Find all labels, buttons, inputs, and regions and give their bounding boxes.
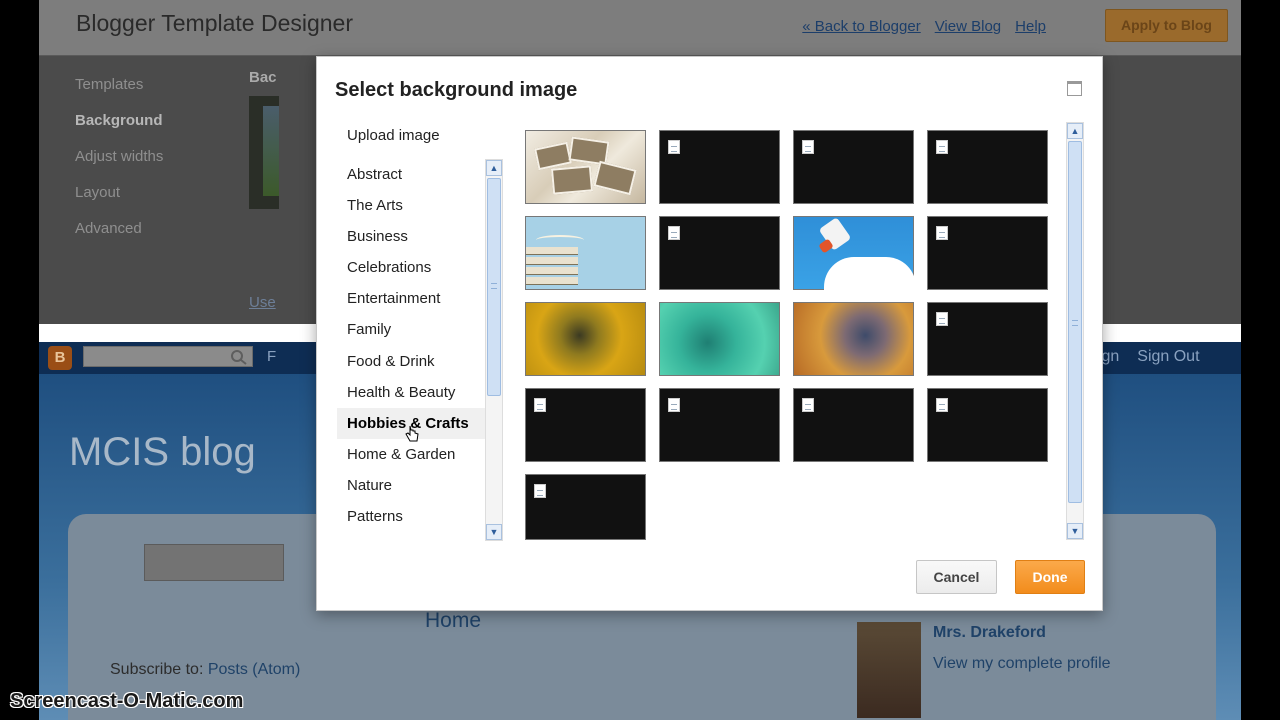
category-item-family[interactable]: Family <box>337 314 502 345</box>
category-item-business[interactable]: Business <box>337 221 502 252</box>
thumbnail-teal-texture[interactable] <box>659 302 780 376</box>
done-button[interactable]: Done <box>1015 560 1085 594</box>
top-links: « Back to Blogger View Blog Help <box>802 18 1046 35</box>
thumbnail-placeholder[interactable] <box>927 302 1048 376</box>
navbar-sign-out-link[interactable]: Sign Out <box>1137 348 1199 366</box>
thumbnail-glue[interactable] <box>793 216 916 291</box>
cancel-button[interactable]: Cancel <box>916 560 997 594</box>
category-item-entertainment[interactable]: Entertainment <box>337 283 502 314</box>
hand-cursor-icon <box>405 425 419 442</box>
navbar-search-input[interactable] <box>83 346 253 367</box>
scroll-down-icon[interactable]: ▼ <box>1067 523 1083 539</box>
avatar[interactable] <box>857 622 921 718</box>
scroll-up-icon[interactable]: ▲ <box>1067 123 1083 139</box>
use-link[interactable]: Use <box>249 294 276 311</box>
subscribe-line: Subscribe to: Posts (Atom) <box>110 661 300 679</box>
help-link[interactable]: Help <box>1015 18 1046 35</box>
screencast-watermark: Screencast-O-Matic.com <box>10 690 244 712</box>
app-window: Blogger Template Designer « Back to Blog… <box>39 0 1241 720</box>
nav-item-background[interactable]: Background <box>75 112 163 148</box>
designer-header: Blogger Template Designer « Back to Blog… <box>39 0 1241 56</box>
scroll-up-icon[interactable]: ▲ <box>486 160 502 176</box>
category-item-patterns[interactable]: Patterns <box>337 501 502 532</box>
back-to-blogger-link[interactable]: « Back to Blogger <box>802 18 920 35</box>
current-background-thumbnail[interactable] <box>249 96 279 209</box>
blog-title: MCIS blog <box>69 430 256 474</box>
thumbnail-scrollbar[interactable]: ▲ ▼ <box>1066 122 1084 540</box>
thumbnail-gold-texture[interactable] <box>525 302 646 376</box>
thumbnail-placeholder[interactable] <box>793 388 914 462</box>
thumbnail-placeholder[interactable] <box>659 388 780 462</box>
maximize-icon[interactable] <box>1067 81 1082 96</box>
thumbnail-books[interactable] <box>525 216 646 290</box>
category-item-hobbies-crafts[interactable]: Hobbies & Crafts <box>337 407 502 439</box>
upload-image-link[interactable]: Upload image <box>347 127 440 144</box>
select-background-dialog: Select background image Upload image Abs… <box>316 56 1103 611</box>
navbar-partial-item[interactable]: F <box>267 348 276 365</box>
home-link[interactable]: Home <box>425 609 481 633</box>
thumbnail-placeholder[interactable] <box>659 216 780 290</box>
background-section-label: Bac <box>249 69 277 86</box>
category-scrollbar[interactable]: ▲ ▼ <box>485 159 503 541</box>
thumbnail-photos[interactable] <box>525 130 646 204</box>
category-item-food-drink[interactable]: Food & Drink <box>337 346 502 377</box>
view-blog-link[interactable]: View Blog <box>935 18 1001 35</box>
thumbnail-scrollbar-thumb[interactable] <box>1068 141 1082 503</box>
category-item-celebrations[interactable]: Celebrations <box>337 252 502 283</box>
blogger-logo-icon[interactable]: B <box>48 346 72 370</box>
nav-item-adjust-widths[interactable]: Adjust widths <box>75 148 163 184</box>
category-item-home-garden[interactable]: Home & Garden <box>337 439 502 470</box>
thumbnail-placeholder[interactable] <box>927 216 1048 290</box>
category-item-nature[interactable]: Nature <box>337 470 502 501</box>
thumbnail-placeholder[interactable] <box>927 388 1048 462</box>
view-profile-link[interactable]: View my complete profile <box>933 655 1111 673</box>
nav-item-layout[interactable]: Layout <box>75 184 163 220</box>
thumbnail-multicolor-texture[interactable] <box>793 302 914 376</box>
thumbnail-placeholder[interactable] <box>525 474 646 540</box>
category-item-health-beauty[interactable]: Health & Beauty <box>337 377 502 408</box>
category-list: Abstract The Arts Business Celebrations … <box>337 159 502 539</box>
thumbnail-placeholder[interactable] <box>793 130 914 204</box>
category-scrollbar-thumb[interactable] <box>487 178 501 396</box>
blog-search-input[interactable] <box>144 544 284 581</box>
category-item-abstract[interactable]: Abstract <box>337 159 502 190</box>
category-item-the-arts[interactable]: The Arts <box>337 190 502 221</box>
designer-side-nav: Templates Background Adjust widths Layou… <box>75 76 163 256</box>
author-name-link[interactable]: Mrs. Drakeford <box>933 624 1046 642</box>
nav-item-advanced[interactable]: Advanced <box>75 220 163 256</box>
thumbnail-placeholder[interactable] <box>525 388 646 462</box>
thumbnail-placeholder[interactable] <box>927 130 1048 204</box>
search-icon[interactable] <box>229 348 249 366</box>
dialog-title: Select background image <box>335 79 578 101</box>
apply-to-blog-button[interactable]: Apply to Blog <box>1105 9 1228 42</box>
nav-item-templates[interactable]: Templates <box>75 76 163 112</box>
designer-title: Blogger Template Designer <box>76 10 354 36</box>
subscribe-label: Subscribe to: <box>110 661 204 678</box>
posts-atom-link[interactable]: Posts (Atom) <box>208 661 300 678</box>
scroll-down-icon[interactable]: ▼ <box>486 524 502 540</box>
thumbnail-placeholder[interactable] <box>659 130 780 204</box>
